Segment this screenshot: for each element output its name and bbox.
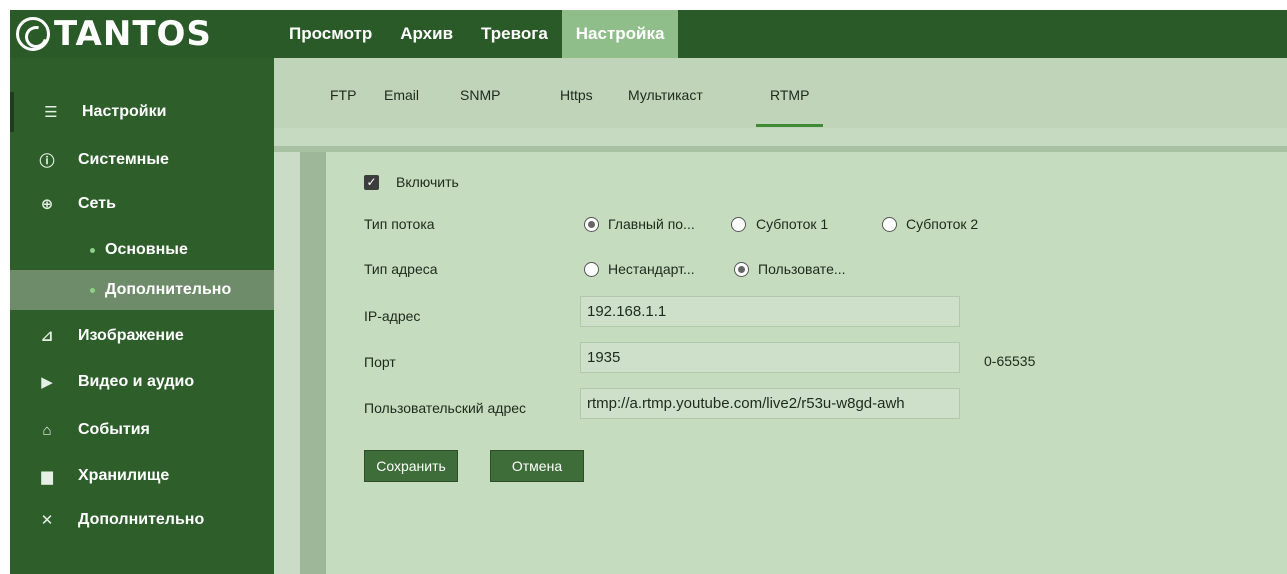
tab-label: Мультикаст — [628, 87, 703, 103]
stream-sub1-radio[interactable] — [731, 217, 746, 232]
logo-icon — [16, 17, 50, 51]
nav-alarm[interactable]: Тревога — [467, 10, 562, 58]
nav-archive[interactable]: Архив — [386, 10, 467, 58]
ip-label: IP-адрес — [364, 308, 421, 324]
nav-settings[interactable]: Настройка — [561, 10, 679, 58]
tab-label: RTMP — [770, 87, 810, 103]
port-input[interactable]: 1935 — [580, 342, 960, 373]
tab-label: Email — [384, 87, 420, 103]
sidebar-item-image[interactable]: ⊿ Изображение — [10, 316, 274, 356]
top-bar: TANTOS Просмотр Архив Тревога Настройка — [10, 10, 1287, 58]
tab-multicast[interactable]: Мультикаст — [628, 87, 703, 127]
sidebar-item-events[interactable]: ⌂ События — [10, 410, 274, 450]
address-nonstandard-label: Нестандарт... — [608, 261, 695, 277]
address-nonstandard-radio[interactable] — [584, 262, 599, 277]
main-content: FTP Email SNMP Https Мультикаст RTMP ✓ В… — [274, 58, 1287, 574]
logo-text: TANTOS — [54, 14, 212, 54]
sidebar-item-network-basic[interactable]: Основные — [10, 230, 274, 270]
custom-address-label: Пользовательский адрес — [364, 400, 527, 416]
tab-label: FTP — [330, 87, 357, 103]
rtmp-settings-panel: ✓ Включить Тип потока Главный по... Субп… — [326, 152, 1287, 574]
ip-input[interactable]: 192.168.1.1 — [580, 296, 960, 327]
sidebar-item-label: Изображение — [78, 327, 184, 344]
nav-view[interactable]: Просмотр — [275, 10, 386, 58]
top-nav: Просмотр Архив Тревога Настройка — [275, 10, 679, 58]
enable-checkbox[interactable]: ✓ — [364, 175, 379, 190]
sidebar-item-advanced[interactable]: ✕ Дополнительно — [10, 500, 274, 540]
tab-ftp[interactable]: FTP — [330, 87, 356, 127]
bullet-icon — [90, 287, 95, 293]
tab-rtmp[interactable]: RTMP — [756, 87, 824, 127]
enable-label: Включить — [396, 174, 459, 190]
sidebar-item-settings[interactable]: ☰ Настройки — [10, 92, 274, 132]
sidebar-item-label: Настройки — [82, 103, 167, 120]
sidebar-item-label: Сеть — [78, 195, 116, 212]
stream-type-label: Тип потока — [364, 216, 435, 232]
stream-sub2-label: Субпоток 2 — [906, 216, 979, 232]
custom-address-input[interactable]: rtmp://a.rtmp.youtube.com/live2/r53u-w8g… — [580, 388, 960, 419]
port-label: Порт — [364, 354, 396, 370]
sidebar-item-label: Хранилище — [78, 467, 170, 484]
stream-sub2-radio[interactable] — [882, 217, 897, 232]
logo: TANTOS — [16, 14, 212, 54]
stream-main-radio[interactable] — [584, 217, 599, 232]
list-icon: ☰ — [44, 104, 58, 121]
bullet-icon — [90, 247, 95, 253]
port-range-hint: 0-65535 — [984, 353, 1036, 369]
sidebar: ☰ Настройки ⓘ Системные ⊕ Сеть Основные … — [10, 58, 274, 574]
divider — [274, 128, 1287, 152]
storage-icon: ▆ — [41, 468, 53, 485]
sidebar-item-label: Системные — [78, 151, 169, 168]
sidebar-item-label: События — [78, 421, 150, 438]
address-type-label: Тип адреса — [364, 261, 438, 277]
tools-icon: ✕ — [40, 512, 54, 529]
panel-gutter — [300, 152, 326, 574]
address-custom-label: Пользовате... — [758, 261, 846, 277]
tab-label: SNMP — [460, 87, 501, 103]
events-icon: ⌂ — [42, 421, 52, 439]
sidebar-item-label: Дополнительно — [78, 511, 205, 528]
sidebar-item-label: Дополнительно — [105, 281, 232, 298]
tab-email[interactable]: Email — [384, 87, 419, 127]
image-icon: ⊿ — [40, 328, 54, 345]
active-tab-indicator — [756, 124, 824, 127]
sidebar-item-label: Видео и аудио — [78, 373, 195, 390]
network-icon: ⊕ — [40, 196, 54, 213]
sidebar-item-network-advanced[interactable]: Дополнительно — [10, 270, 274, 310]
save-button[interactable]: Сохранить — [364, 450, 458, 482]
tab-label: Https — [560, 87, 593, 103]
video-icon: ▶ — [41, 374, 53, 391]
sidebar-item-label: Основные — [105, 241, 188, 258]
info-icon: ⓘ — [39, 152, 55, 170]
tab-https[interactable]: Https — [560, 87, 593, 127]
cancel-button[interactable]: Отмена — [490, 450, 584, 482]
stream-sub1-label: Субпоток 1 — [756, 216, 829, 232]
address-custom-radio[interactable] — [734, 262, 749, 277]
sidebar-item-storage[interactable]: ▆ Хранилище — [10, 456, 274, 496]
sidebar-item-network[interactable]: ⊕ Сеть — [10, 184, 274, 224]
tab-snmp[interactable]: SNMP — [460, 87, 500, 127]
sidebar-item-system[interactable]: ⓘ Системные — [10, 140, 274, 180]
stream-main-label: Главный по... — [608, 216, 695, 232]
sidebar-item-video-audio[interactable]: ▶ Видео и аудио — [10, 362, 274, 402]
sub-tabs: FTP Email SNMP Https Мультикаст RTMP — [274, 58, 1287, 128]
